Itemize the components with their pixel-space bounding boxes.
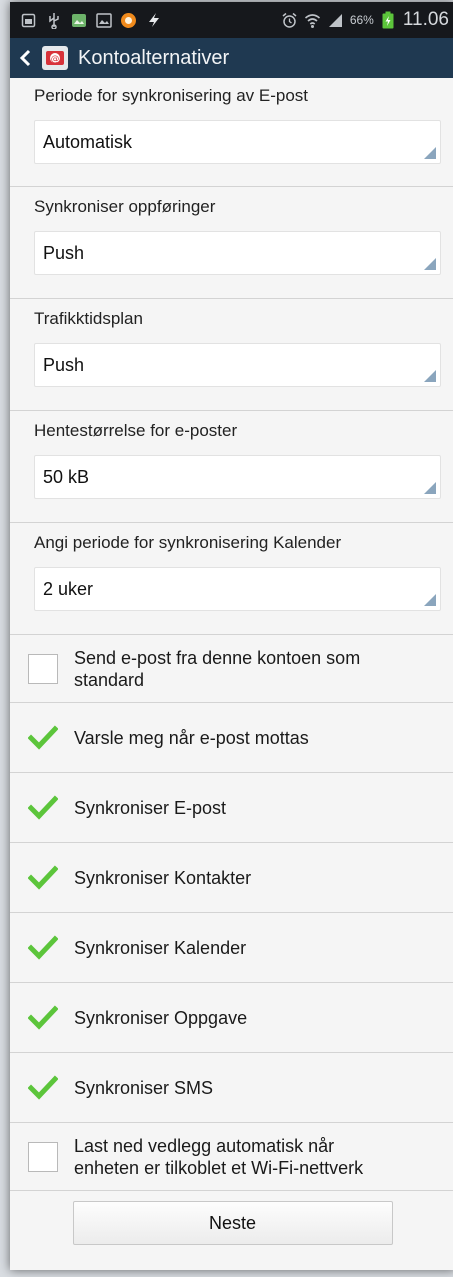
checkbox-row-sync-tasks[interactable]: Synkroniser Oppgave bbox=[10, 983, 453, 1053]
spinner-value: Push bbox=[43, 354, 85, 375]
sync-sms-checkbox[interactable] bbox=[27, 1073, 59, 1103]
flash-icon bbox=[145, 12, 162, 29]
app-orange-icon bbox=[120, 12, 137, 29]
calendar-sync-period-spinner[interactable]: 2 uker bbox=[34, 567, 441, 611]
alarm-icon bbox=[281, 12, 298, 29]
checkbox-row-default-account[interactable]: Send e-post fra denne kontoen som standa… bbox=[10, 635, 453, 703]
sync-email-checkbox[interactable] bbox=[27, 793, 59, 823]
setting-label: Trafikktidsplan bbox=[34, 309, 143, 328]
checkmark-icon bbox=[27, 794, 59, 820]
checkbox-label: Synkroniser Kalender bbox=[74, 937, 247, 958]
next-button[interactable]: Neste bbox=[72, 1201, 393, 1245]
battery-percent: 66% bbox=[349, 13, 374, 27]
checkbox-label: Send e-post fra denne kontoen som standa… bbox=[74, 647, 360, 691]
checkmark-icon bbox=[27, 934, 59, 960]
checkmark-icon bbox=[27, 1074, 59, 1100]
checkbox-label: Synkroniser Oppgave bbox=[74, 1007, 248, 1028]
dropdown-corner-icon bbox=[424, 258, 436, 270]
dropdown-corner-icon bbox=[424, 594, 436, 606]
usb-icon bbox=[45, 12, 62, 29]
checkmark-icon bbox=[27, 1004, 59, 1030]
checkbox-label: Synkroniser SMS bbox=[74, 1077, 214, 1098]
action-bar: @ Kontoalternativer bbox=[10, 38, 453, 78]
checkbox-row-sync-email[interactable]: Synkroniser E-post bbox=[10, 773, 453, 843]
wifi-icon bbox=[304, 12, 321, 29]
status-time: 11.06 bbox=[402, 9, 449, 30]
setting-calendar-sync-period: Angi periode for synkronisering Kalender… bbox=[10, 523, 453, 635]
spinner-value: 2 uker bbox=[43, 578, 94, 599]
dropdown-corner-icon bbox=[424, 482, 436, 494]
page-title: Kontoalternativer bbox=[78, 46, 230, 69]
status-bar: 66% 11.06 bbox=[10, 2, 453, 38]
battery-charging-icon bbox=[380, 11, 397, 29]
notify-checkbox[interactable] bbox=[27, 723, 59, 753]
checkmark-icon bbox=[27, 864, 59, 890]
checkbox-label-line: Last ned vedlegg automatisk når bbox=[74, 1135, 335, 1156]
setting-label: Periode for synkronisering av E-post bbox=[34, 86, 309, 105]
checkmark-icon bbox=[27, 724, 59, 750]
setting-sync-items: Synkroniser oppføringer Push bbox=[10, 187, 453, 299]
checkbox-label: Last ned vedlegg automatisk når enheten … bbox=[74, 1135, 363, 1179]
checkbox-row-sync-calendar[interactable]: Synkroniser Kalender bbox=[10, 913, 453, 983]
dropdown-corner-icon bbox=[424, 147, 436, 159]
setting-traffic-schedule: Trafikktidsplan Push bbox=[10, 299, 453, 411]
checkbox-label-line: Send e-post fra denne kontoen som bbox=[74, 647, 361, 668]
chevron-left-icon[interactable] bbox=[14, 38, 36, 78]
checkbox-label-line: standard bbox=[74, 669, 145, 690]
sync-items-spinner[interactable]: Push bbox=[34, 231, 441, 275]
checkbox-label: Synkroniser Kontakter bbox=[74, 867, 252, 888]
spinner-value: Push bbox=[43, 242, 85, 263]
email-sync-period-spinner[interactable]: Automatisk bbox=[34, 120, 441, 164]
checkbox-row-notify[interactable]: Varsle meg når e-post mottas bbox=[10, 703, 453, 773]
svg-text:@: @ bbox=[51, 54, 60, 64]
setting-email-sync-period: Periode for synkronisering av E-post Aut… bbox=[10, 78, 453, 187]
setting-retrieve-size: Hentestørrelse for e-poster 50 kB bbox=[10, 411, 453, 523]
checkbox-row-sync-sms[interactable]: Synkroniser SMS bbox=[10, 1053, 453, 1123]
gallery-icon bbox=[95, 12, 112, 29]
checkbox-row-sync-contacts[interactable]: Synkroniser Kontakter bbox=[10, 843, 453, 913]
screenshot-icon bbox=[20, 12, 37, 29]
checkbox-label: Synkroniser E-post bbox=[74, 797, 227, 818]
phone-screen: 66% 11.06 @ Kontoalternativer Periode fo… bbox=[10, 2, 453, 1270]
sync-tasks-checkbox[interactable] bbox=[27, 1003, 59, 1033]
signal-icon bbox=[327, 12, 344, 29]
traffic-schedule-spinner[interactable]: Push bbox=[34, 343, 441, 387]
setting-label: Angi periode for synkronisering Kalender bbox=[34, 533, 342, 552]
checkbox-row-auto-download[interactable]: Last ned vedlegg automatisk når enheten … bbox=[10, 1123, 453, 1191]
footer-bar: Neste bbox=[10, 1191, 453, 1255]
spinner-value: Automatisk bbox=[43, 131, 133, 152]
retrieve-size-spinner[interactable]: 50 kB bbox=[34, 455, 441, 499]
auto-download-checkbox[interactable] bbox=[28, 1141, 58, 1172]
spinner-value: 50 kB bbox=[43, 466, 90, 487]
sync-calendar-checkbox[interactable] bbox=[27, 933, 59, 963]
checkbox-label: Varsle meg når e-post mottas bbox=[74, 727, 309, 748]
setting-label: Hentestørrelse for e-poster bbox=[34, 421, 238, 440]
default-account-checkbox[interactable] bbox=[28, 653, 58, 684]
checkbox-label-line: enheten er tilkoblet et Wi-Fi-nettverk bbox=[74, 1157, 364, 1178]
image-icon bbox=[70, 12, 87, 29]
email-app-icon: @ bbox=[42, 46, 68, 70]
setting-label: Synkroniser oppføringer bbox=[34, 197, 216, 216]
settings-list: Periode for synkronisering av E-post Aut… bbox=[10, 78, 453, 1255]
sync-contacts-checkbox[interactable] bbox=[27, 863, 59, 893]
dropdown-corner-icon bbox=[424, 370, 436, 382]
